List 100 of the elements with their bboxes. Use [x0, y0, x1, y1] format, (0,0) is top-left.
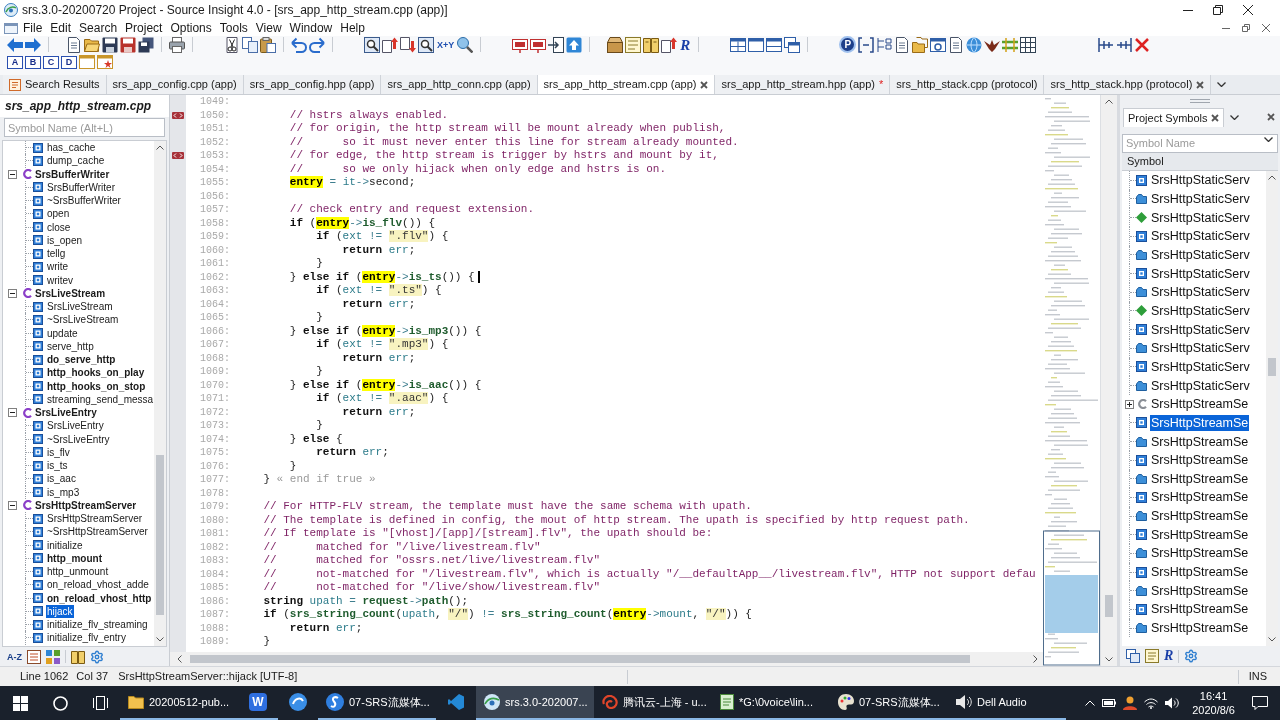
gear-icon[interactable] [1184, 649, 1199, 663]
floppies-icon[interactable] [138, 36, 154, 53]
person-icon[interactable] [1123, 696, 1138, 710]
document-icon[interactable] [66, 36, 82, 53]
chevron-down-icon[interactable] [1105, 657, 1113, 662]
note-icon[interactable] [1145, 649, 1159, 663]
tree-item[interactable]: has_cache [46, 141, 97, 155]
tree-item[interactable]: open [46, 207, 71, 221]
task-view-icon[interactable] [92, 696, 108, 710]
tree-item[interactable]: is_flv [46, 445, 71, 459]
arrow-left-icon[interactable] [7, 36, 23, 53]
toolbar-button[interactable]: R [679, 36, 692, 53]
tree-item[interactable]: http_hooks_on_stop [46, 379, 147, 393]
symbol-item[interactable]: SrsHttpStaticServ [1150, 284, 1251, 301]
brackets-icon[interactable] [858, 36, 875, 53]
table-icon[interactable] [1020, 36, 1037, 53]
bracket-lines-icon[interactable] [1098, 36, 1115, 53]
toolbar-button[interactable]: A [7, 55, 23, 69]
tree-item[interactable]: ~SrsLiveEntry [46, 432, 111, 446]
up-arrow-icon[interactable] [566, 36, 583, 53]
document-down-arrow-icon[interactable] [400, 36, 416, 53]
symbol-item[interactable]: SrsHttpStaticServ [1150, 358, 1251, 375]
tree-item[interactable]: is_open [46, 233, 84, 247]
menu-item[interactable]: Search [79, 20, 118, 36]
minimize-icon[interactable] [1183, 9, 1193, 11]
menu-item[interactable]: File [23, 20, 43, 36]
file-tab[interactable]: srs_http_stack.hpp (protocol) [1044, 75, 1212, 94]
tree-item[interactable]: http_hooks_on_play [46, 366, 146, 380]
search-results-tab[interactable]: Search Results [3, 75, 107, 94]
taskbar-button[interactable]: 07-SRS流媒体... [318, 686, 436, 720]
tree-item[interactable]: dump_cache [46, 154, 106, 168]
file-tab[interactable]: srs_app_config.hpp (app) [243, 75, 382, 94]
toolbar-button[interactable]: R [1164, 648, 1174, 664]
windows-stack-icon[interactable] [784, 36, 801, 53]
book-icon[interactable] [71, 649, 85, 664]
restore-icon[interactable] [1213, 5, 1223, 15]
taskbar-button[interactable]: *G:\0voice\lin... [712, 686, 830, 720]
symbol-item[interactable]: SrsHttpStaticServ [1150, 172, 1251, 189]
tree-item[interactable]: update [46, 326, 79, 340]
toolbar-button[interactable]: C [43, 55, 59, 69]
clipboard-icon[interactable] [260, 36, 276, 53]
file-tab[interactable]: srs_app_http_stream.hpp (app) * [715, 75, 891, 94]
symbol-item[interactable]: SrsHttpStreamSe [1150, 564, 1250, 581]
menu-item[interactable]: Edit [50, 20, 72, 36]
arrow-right-icon[interactable] [25, 36, 41, 53]
note-icon[interactable] [625, 36, 642, 53]
book-icon[interactable] [643, 36, 660, 53]
globe-magnifier-icon[interactable] [457, 36, 474, 53]
file-tab[interactable]: srs_app_config.cpp (app) [106, 75, 244, 94]
magnifier-icon[interactable] [364, 36, 380, 53]
close-icon[interactable] [1243, 5, 1253, 15]
taskbar-button[interactable]: 20200512-pub... [120, 686, 238, 720]
chevron-left-icon[interactable] [177, 655, 182, 663]
scrollbar-thumb[interactable] [190, 655, 970, 663]
tree-item[interactable]: initialize [46, 538, 84, 552]
folder-icon[interactable] [84, 36, 100, 53]
symbol-item[interactable]: SrsHttpStaticServ [1150, 377, 1251, 394]
search-icon[interactable] [52, 695, 68, 711]
toolbar-button[interactable]: X+Y [436, 36, 456, 53]
tree-item[interactable]: close [46, 220, 72, 234]
tree-item[interactable]: ~SrsBufferWriter [46, 194, 122, 208]
collapse-icon[interactable] [8, 408, 17, 418]
clock-time[interactable]: 16:41 [1199, 689, 1228, 703]
window-split-icon[interactable] [766, 36, 783, 53]
blocks-icon[interactable] [46, 649, 60, 664]
symbol-item[interactable]: SrsHttpStreamSe [1150, 489, 1250, 506]
column-header[interactable]: Symbol [1122, 153, 1278, 171]
symbol-item[interactable]: SrsHttpStaticServ [1150, 209, 1251, 226]
taskbar-button[interactable]: W [238, 686, 278, 720]
chevron-down-icon[interactable] [156, 637, 164, 642]
toolbar-button[interactable]: D [61, 55, 77, 69]
redo-icon[interactable] [309, 36, 325, 53]
tree-item[interactable]: hijack [46, 604, 74, 618]
tree-icon[interactable] [876, 36, 893, 53]
toolbar-button[interactable]: B [25, 55, 41, 69]
bracket-lines-icon[interactable] [1116, 36, 1133, 53]
tree-item[interactable]: http_unmount [46, 565, 110, 579]
symbol-item[interactable]: SrsHttpStaticServ [1150, 321, 1251, 338]
menu-item[interactable]: Help [340, 20, 365, 36]
document-up-arrow-icon[interactable] [661, 36, 678, 53]
chevron-down-icon[interactable] [1268, 637, 1276, 642]
speaker-icon[interactable] [1165, 697, 1180, 709]
box-icon[interactable] [607, 36, 624, 53]
symbol-item[interactable]: SrsHttpStaticServ [1150, 265, 1251, 282]
tree-item[interactable]: streaming_send_messa [46, 392, 154, 406]
tree-item[interactable]: SrsBufferWriter [34, 167, 111, 181]
taskbar-button[interactable]: 07-SRS流媒体... [830, 686, 948, 720]
symbol-item[interactable]: SrsHttpStreamSe [1150, 508, 1250, 525]
symbol-item[interactable]: SrsHttpStreamSe [1150, 526, 1250, 543]
symbol-item[interactable]: SrsHttpStreamSe [1150, 582, 1250, 599]
scrollbar-thumb[interactable] [1268, 358, 1276, 376]
tree-item[interactable]: tellg [46, 247, 67, 261]
signboard-icon[interactable] [512, 36, 529, 53]
symbol-item[interactable]: SrsHttpStreamSe [1150, 601, 1250, 618]
battery-icon[interactable] [1102, 699, 1117, 707]
folders-icon[interactable] [912, 36, 929, 53]
sort-button[interactable]: A-Z [7, 650, 22, 663]
tree-item[interactable]: SrsHttpStreamServer [46, 512, 144, 526]
file-tab[interactable]: srs_app_http_conn.cpp (app) [381, 75, 538, 94]
chevron-down-icon[interactable] [1230, 114, 1240, 120]
